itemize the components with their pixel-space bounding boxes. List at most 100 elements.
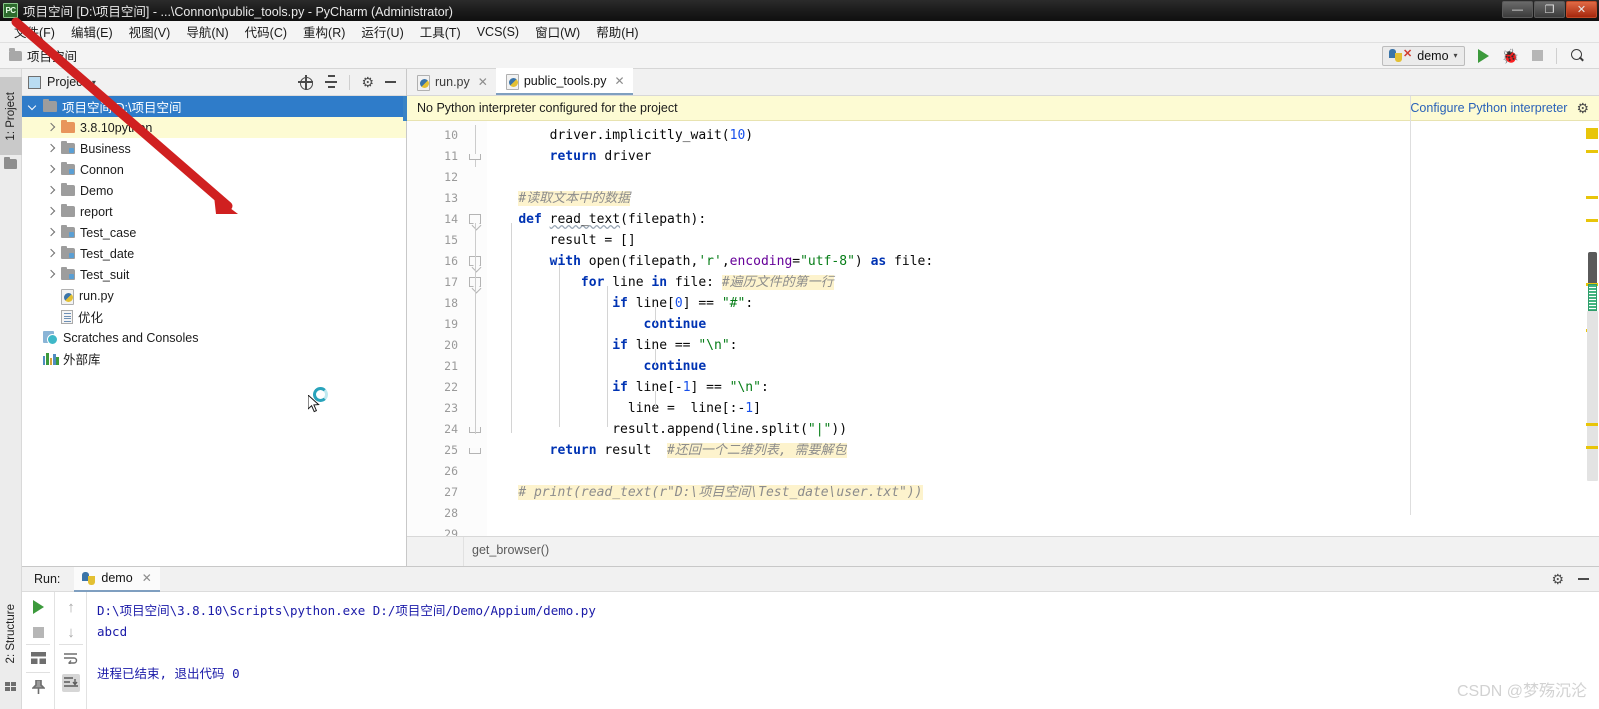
tree-item[interactable]: Connon: [22, 159, 406, 180]
code-line[interactable]: return result #还回一个二维列表, 需要解包: [487, 440, 847, 461]
tree-item[interactable]: Scratches and Consoles: [22, 327, 406, 348]
gear-icon[interactable]: ⚙: [1551, 572, 1564, 586]
run-button-icon[interactable]: [1477, 48, 1489, 63]
code-line[interactable]: continue: [487, 314, 707, 335]
gear-icon[interactable]: ⚙: [1576, 101, 1589, 115]
run-tab-demo[interactable]: demo ✕: [74, 566, 160, 592]
menu-refactor[interactable]: 重构(R): [295, 21, 353, 42]
code-folding-gutter[interactable]: [464, 121, 487, 540]
code-line[interactable]: with open(filepath,'r',encoding="utf-8")…: [487, 251, 934, 272]
tree-item[interactable]: run.py: [22, 285, 406, 306]
code-line[interactable]: result = []: [487, 230, 636, 251]
close-button[interactable]: ✕: [1566, 1, 1597, 18]
project-panel-title[interactable]: Project ▾: [28, 75, 96, 89]
code-line[interactable]: #读取文本中的数据: [487, 188, 631, 209]
scroll-down-button[interactable]: ↓: [62, 623, 80, 641]
scroll-to-end-button[interactable]: [62, 674, 80, 692]
tree-item[interactable]: 外部库: [22, 348, 406, 369]
rerun-button[interactable]: [29, 598, 47, 616]
tree-item[interactable]: 3.8.10python: [22, 117, 406, 138]
warning-marker[interactable]: [1586, 150, 1598, 153]
chevron-right-icon[interactable]: [46, 248, 57, 259]
scrollbar-track[interactable]: [1587, 311, 1598, 481]
chevron-right-icon[interactable]: [46, 206, 57, 217]
minimize-icon[interactable]: [385, 81, 396, 83]
close-icon[interactable]: ✕: [478, 75, 488, 89]
editor-marker-bar[interactable]: [1583, 121, 1599, 540]
console-output[interactable]: D:\项目空间\3.8.10\Scripts\python.exe D:/项目空…: [87, 592, 1599, 709]
menu-window[interactable]: 窗口(W): [527, 21, 588, 42]
configure-interpreter-link[interactable]: Configure Python interpreter: [1410, 101, 1567, 115]
menu-file[interactable]: 文件(F): [6, 21, 63, 42]
tree-item[interactable]: Demo: [22, 180, 406, 201]
search-icon[interactable]: [1570, 48, 1585, 63]
scroll-up-button[interactable]: ↑: [62, 598, 80, 616]
code-line[interactable]: driver.implicitly_wait(10): [487, 125, 754, 146]
warning-marker[interactable]: [1586, 423, 1598, 426]
maximize-button[interactable]: ❐: [1534, 1, 1565, 18]
run-configuration-selector[interactable]: ✕ demo ▾: [1382, 45, 1465, 66]
warning-marker[interactable]: [1586, 128, 1598, 139]
tree-item[interactable]: Test_suit: [22, 264, 406, 285]
menu-edit[interactable]: 编辑(E): [63, 21, 121, 42]
fold-marker[interactable]: [469, 154, 481, 160]
minimize-button[interactable]: —: [1502, 1, 1533, 18]
chevron-right-icon[interactable]: [46, 164, 57, 175]
chevron-down-icon[interactable]: [28, 101, 39, 112]
minimize-icon[interactable]: [1578, 578, 1589, 580]
tool-window-button-structure[interactable]: 2: Structure: [0, 592, 22, 676]
menu-vcs[interactable]: VCS(S): [469, 24, 527, 40]
breadcrumb-method[interactable]: get_browser(): [472, 543, 549, 557]
fold-marker[interactable]: [469, 448, 481, 454]
code-line[interactable]: return driver: [487, 146, 652, 167]
chevron-right-icon[interactable]: [46, 269, 57, 280]
tree-item[interactable]: 项目空间 D:\项目空间: [22, 96, 406, 117]
menu-tools[interactable]: 工具(T): [412, 21, 469, 42]
tree-item[interactable]: Test_date: [22, 243, 406, 264]
menu-run[interactable]: 运行(U): [353, 21, 411, 42]
chevron-right-icon[interactable]: [46, 143, 57, 154]
editor-tab[interactable]: public_tools.py ✕: [495, 68, 633, 95]
warning-marker[interactable]: [1586, 196, 1598, 199]
warning-marker[interactable]: [1586, 446, 1598, 449]
pin-button[interactable]: [29, 678, 47, 696]
grid-icon[interactable]: [5, 682, 17, 692]
tree-item[interactable]: report: [22, 201, 406, 222]
project-tree[interactable]: 项目空间 D:\项目空间 3.8.10python Business Connon De…: [22, 96, 406, 369]
scrollbar-thumb[interactable]: [1588, 252, 1597, 285]
stop-button-icon[interactable]: [1532, 50, 1543, 61]
code-line[interactable]: if line[0] == "#":: [487, 293, 753, 314]
code-line[interactable]: def read_text(filepath):: [487, 209, 706, 230]
gear-icon[interactable]: ⚙: [361, 75, 374, 89]
debug-button-icon[interactable]: 🐞: [1502, 49, 1519, 63]
chevron-right-icon[interactable]: [46, 185, 57, 196]
code-line[interactable]: # print(read_text(r"D:\项目空间\Test_date\us…: [487, 482, 923, 503]
chevron-right-icon[interactable]: [46, 122, 57, 133]
tool-window-button-project[interactable]: 1: Project: [0, 77, 22, 155]
close-icon[interactable]: ✕: [142, 571, 152, 585]
code-line[interactable]: continue: [487, 356, 707, 377]
scrollbar-highlight[interactable]: [1588, 284, 1597, 311]
editor-tab[interactable]: run.py ✕: [407, 68, 496, 95]
soft-wrap-button[interactable]: [62, 649, 80, 667]
layout-button[interactable]: [29, 649, 47, 667]
menu-view[interactable]: 视图(V): [121, 21, 179, 42]
collapse-all-icon[interactable]: [324, 75, 338, 89]
menu-code[interactable]: 代码(C): [237, 21, 295, 42]
select-opened-file-icon[interactable]: [298, 74, 314, 90]
close-icon[interactable]: ✕: [615, 74, 625, 88]
code-line[interactable]: result.append(line.split("|")): [487, 419, 847, 440]
code-line[interactable]: if line[-1] == "\n":: [487, 377, 769, 398]
code-line[interactable]: if line == "\n":: [487, 335, 737, 356]
warning-marker[interactable]: [1586, 219, 1598, 222]
menu-navigate[interactable]: 导航(N): [178, 21, 236, 42]
tree-item[interactable]: Business: [22, 138, 406, 159]
breadcrumb-project[interactable]: 项目空间: [9, 46, 77, 65]
stop-button[interactable]: [29, 623, 47, 641]
code-editor[interactable]: 10 11 12 13 14 15 16 17 18 19 20 21 22 23 24 25 26 27 28 29…: [407, 121, 1599, 541]
tree-item[interactable]: 优化: [22, 306, 406, 327]
code-line[interactable]: for line in file: #遍历文件的第一行: [487, 272, 834, 293]
chevron-right-icon[interactable]: [46, 227, 57, 238]
tree-item[interactable]: Test_case: [22, 222, 406, 243]
code-line[interactable]: line = line[:-1]: [487, 398, 761, 419]
